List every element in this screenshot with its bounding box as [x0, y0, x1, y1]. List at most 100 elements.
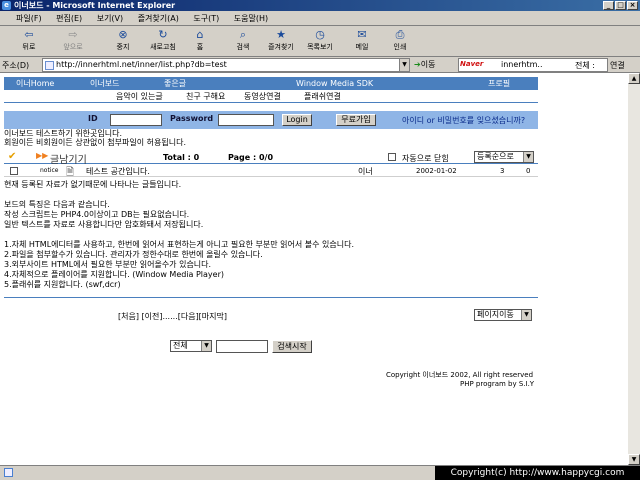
chevron-down-icon[interactable]: ▼ — [399, 59, 409, 71]
menu-help[interactable]: 도움말(H) — [228, 11, 274, 26]
home-icon: ⌂ — [196, 28, 204, 41]
print-icon: ⎙ — [395, 28, 405, 41]
menu-favorites[interactable]: 즐겨찾기(A) — [132, 11, 185, 26]
list-header: ✔ ▶▶ 글남기기 Total : 0 Page : 0/0 자동으로 닫힘 등… — [4, 150, 538, 166]
board-credit: PHP program by S.I.Y — [460, 380, 535, 388]
favorites-icon: ★ — [276, 28, 286, 41]
vertical-scrollbar[interactable]: ▲ ▼ — [628, 73, 640, 465]
go-button[interactable]: ➔이동 — [414, 59, 435, 70]
auto-close-label: 자동으로 닫힘 — [402, 154, 449, 163]
search-scope-select[interactable]: 전체 ▼ — [170, 340, 212, 352]
forgot-link[interactable]: 아이디 or 비밀번호를 잊으셨습니까? — [402, 115, 525, 126]
history-button[interactable]: ◷ 목록보기 — [302, 29, 338, 55]
search-submit-button[interactable]: 검색시작 — [272, 340, 312, 353]
menubar: 파일(F) 편집(E) 보기(V) 즐겨찾기(A) 도구(T) 도움말(H) — [0, 11, 640, 26]
board-description: 이너보드 테스트하기 위한곳입니다. 회원이든 비회원이든 상관없이 첨부파일이… — [4, 129, 186, 147]
naver-scope: 전체 : — [575, 61, 595, 70]
maximize-button[interactable]: □ — [615, 1, 626, 10]
login-bar: ID Password Login 무료가입 아이디 or 비밀번호를 잊으셨습… — [4, 111, 538, 129]
address-input[interactable]: http://innerhtml.net/inner/list.php?db=t… — [42, 58, 410, 72]
topnav-inner-home[interactable]: 이너Home — [16, 77, 54, 90]
subnav-friends[interactable]: 친구 구해요 — [186, 90, 225, 103]
favorites-button[interactable]: ★ 즐겨찾기 — [262, 29, 300, 55]
back-arrow-icon: ⇦ — [24, 28, 34, 41]
pagination[interactable]: [처음] [이전]......[다음][마지막] — [118, 311, 227, 322]
forward-button[interactable]: ⇨ 앞으로 — [56, 29, 90, 55]
ie-icon: e — [2, 1, 11, 10]
row-checkbox[interactable] — [10, 167, 18, 175]
window-title: 이너보드 - Microsoft Internet Explorer — [14, 1, 176, 10]
topnav-good-writing[interactable]: 좋은글 — [164, 77, 186, 90]
auto-close-checkbox[interactable] — [388, 153, 396, 161]
page-count: Page : 0/0 — [228, 153, 274, 162]
password-label: Password — [170, 114, 214, 123]
address-label: 주소(D) — [2, 61, 30, 70]
topnav-innerboard[interactable]: 이너보드 — [90, 77, 119, 90]
divider — [4, 297, 538, 298]
stop-icon: ⊗ — [118, 28, 128, 41]
chevron-down-icon: ▼ — [523, 152, 533, 162]
topnav-wmsdk[interactable]: Window Media SDK — [296, 77, 373, 90]
statusbar: Copyright(c) http://www.happycgi.com — [0, 465, 640, 480]
naver-query: innerhtm.. — [501, 60, 543, 69]
post-title[interactable]: 테스트 공간입니다. — [86, 166, 150, 177]
mail-button[interactable]: ✉ 메일 — [350, 29, 374, 55]
post-hits: 3 — [500, 167, 505, 175]
print-button[interactable]: ⎙ 인쇄 — [388, 29, 412, 55]
sort-select[interactable]: 등록순으로 ▼ — [474, 151, 534, 163]
page-icon — [45, 61, 54, 70]
links-label[interactable]: 연결 — [610, 60, 625, 71]
address-bar: 주소(D) http://innerhtml.net/inner/list.ph… — [0, 57, 640, 73]
chevron-down-icon: ▼ — [201, 341, 211, 351]
arrow-icon: ▶▶ — [36, 151, 49, 160]
refresh-icon: ↻ — [158, 28, 168, 41]
post-body: 현재 등록된 자료가 없기때문에 나타나는 글들입니다. 보드의 특징은 다음과… — [4, 180, 354, 289]
home-button[interactable]: ⌂ 홈 — [190, 29, 210, 55]
window-titlebar: e 이너보드 - Microsoft Internet Explorer _ □… — [0, 0, 640, 11]
stop-button[interactable]: ⊗ 중지 — [110, 29, 136, 55]
chevron-down-icon: ▼ — [521, 310, 531, 320]
board-topnav: 이너Home 이너보드 좋은글 Window Media SDK 프로필 — [4, 77, 538, 90]
login-button[interactable]: Login — [282, 114, 312, 126]
search-icon: ⌕ — [239, 28, 247, 41]
menu-file[interactable]: 파일(F) — [10, 11, 48, 26]
id-label: ID — [88, 114, 98, 123]
history-icon: ◷ — [315, 28, 325, 41]
close-button[interactable]: × — [627, 1, 638, 10]
page-status-icon — [4, 468, 13, 477]
topnav-profile[interactable]: 프로필 — [488, 77, 510, 90]
write-link[interactable]: 글남기기 — [50, 151, 87, 166]
total-count: Total : 0 — [163, 153, 200, 162]
menu-view[interactable]: 보기(V) — [91, 11, 129, 26]
scroll-down-icon[interactable]: ▼ — [628, 454, 640, 465]
go-arrow-icon: ➔ — [414, 60, 421, 69]
search-input[interactable] — [216, 340, 268, 353]
subnav-flash[interactable]: 플래쉬연결 — [304, 90, 341, 103]
back-button[interactable]: ⇦ 뒤로 — [14, 29, 44, 55]
board-subnav: 음악이 있는글 친구 구해요 동영상연결 플래쉬연결 — [4, 90, 538, 103]
naver-search-box[interactable]: Naver innerhtm.. 전체 : — [458, 58, 608, 72]
search-button[interactable]: ⌕ 검색 — [232, 29, 254, 55]
join-button[interactable]: 무료가입 — [336, 114, 376, 126]
board-copyright: Copyright 이너보드 2002, All right reserved — [386, 371, 534, 379]
minimize-button[interactable]: _ — [603, 1, 614, 10]
menu-edit[interactable]: 편집(E) — [50, 11, 88, 26]
id-input[interactable] — [110, 114, 162, 126]
table-row[interactable]: notice 🗎 테스트 공간입니다. 이너 2002-01-02 3 0 — [4, 165, 538, 178]
refresh-button[interactable]: ↻ 새로고침 — [144, 29, 182, 55]
menu-tools[interactable]: 도구(T) — [187, 11, 225, 26]
naver-logo: Naver — [460, 60, 498, 70]
password-input[interactable] — [218, 114, 274, 126]
toolbar: ⇦ 뒤로 ⇨ 앞으로 ⊗ 중지 ↻ 새로고침 ⌂ 홈 ⌕ 검색 ★ 즐겨찾기 ◷ 목록보기 ✉ 메… — [0, 27, 640, 57]
subnav-video[interactable]: 동영상연결 — [244, 90, 281, 103]
scroll-up-icon[interactable]: ▲ — [628, 73, 640, 84]
page-move-select[interactable]: 페이지이동 ▼ — [474, 309, 532, 321]
notice-label: notice — [40, 167, 59, 174]
checkmark-icon: ✔ — [8, 151, 17, 162]
forward-arrow-icon: ⇨ — [68, 28, 78, 41]
post-votes: 0 — [526, 167, 531, 175]
post-date: 2002-01-02 — [416, 167, 457, 175]
mail-icon: ✉ — [357, 28, 367, 41]
subnav-music[interactable]: 음악이 있는글 — [116, 90, 163, 103]
page-viewport: 이너Home 이너보드 좋은글 Window Media SDK 프로필 음악이… — [0, 73, 628, 465]
